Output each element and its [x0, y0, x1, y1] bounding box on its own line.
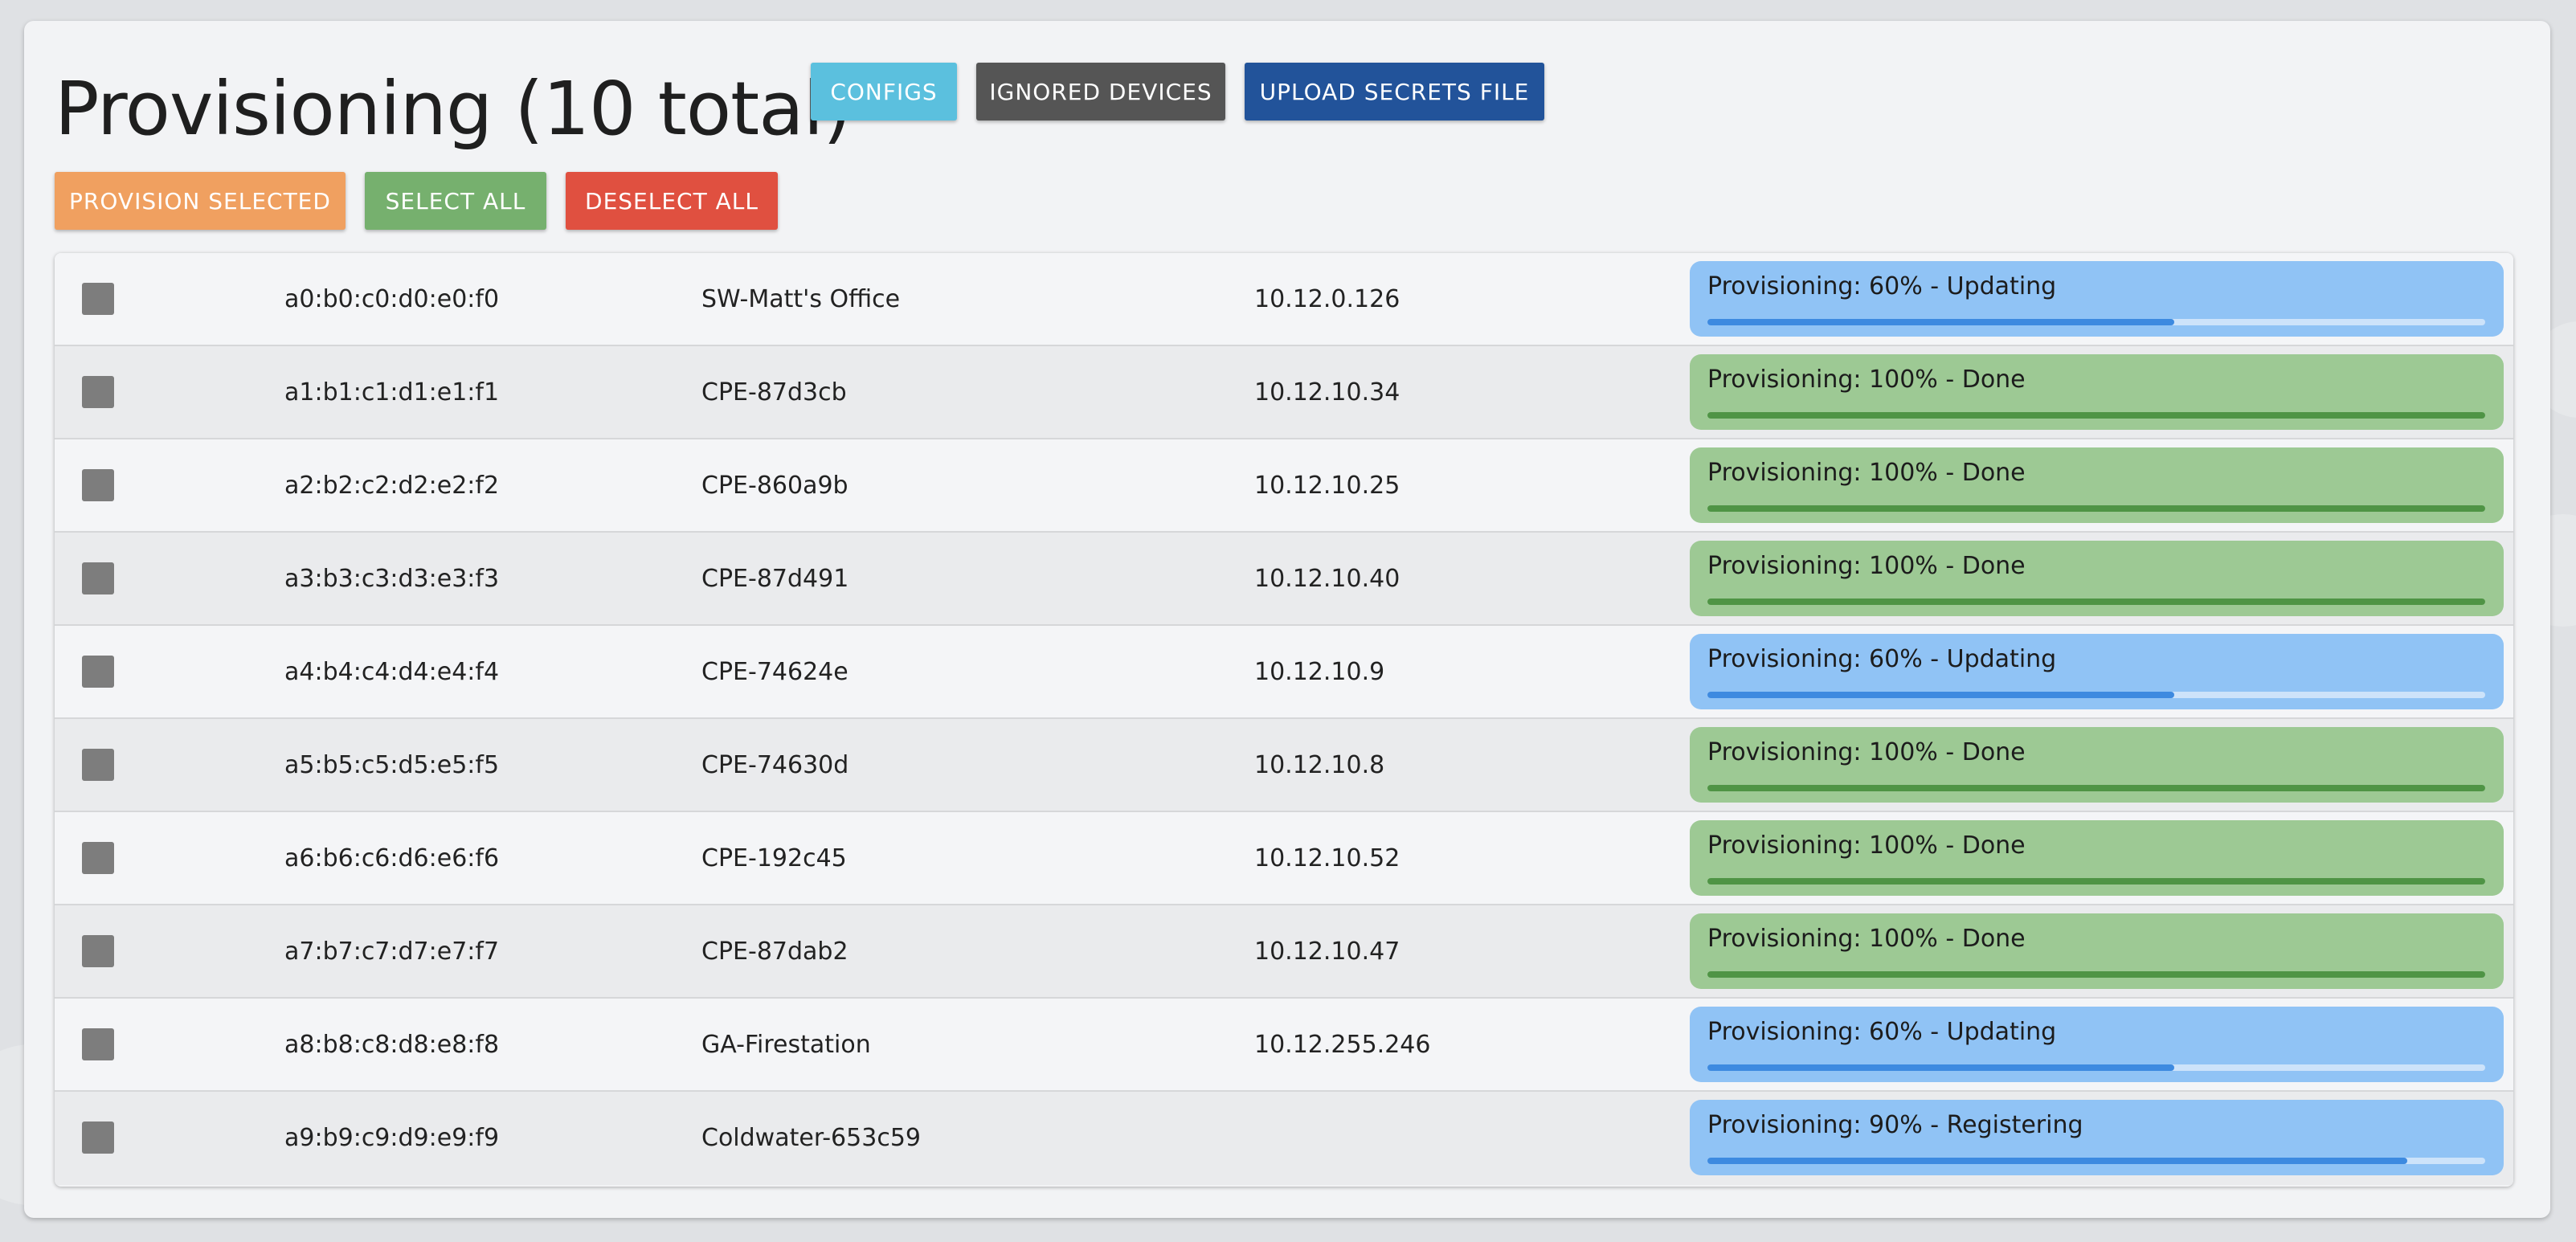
row-select-checkbox[interactable]: [82, 656, 114, 688]
table-row[interactable]: a4:b4:c4:d4:e4:f4 CPE-74624e 10.12.10.9 Pro…: [55, 626, 2513, 719]
ip-address-cell: 10.12.10.52: [1254, 844, 1400, 872]
row-select-checkbox[interactable]: [82, 283, 114, 315]
table-row[interactable]: a8:b8:c8:d8:e8:f8 GA-Firestation 10.12.255…: [55, 999, 2513, 1092]
table-row[interactable]: a0:b0:c0:d0:e0:f0 SW-Matt's Office 10.12.0…: [55, 253, 2513, 346]
mac-address-cell: a6:b6:c6:d6:e6:f6: [284, 844, 500, 872]
provisioning-status: Provisioning: 60% - Updating: [1690, 1007, 2504, 1082]
progress-bar: [1707, 599, 2485, 605]
select-all-button[interactable]: SELECT ALL: [365, 172, 546, 230]
progress-bar: [1707, 971, 2485, 978]
ip-address-cell: 10.12.10.8: [1254, 751, 1385, 779]
progress-bar: [1707, 505, 2485, 512]
device-name-cell: CPE-74630d: [701, 751, 849, 779]
provision-selected-button[interactable]: PROVISION SELECTED: [55, 172, 346, 230]
progress-bar-fill: [1707, 878, 2485, 885]
page-title: Provisioning (10 total): [55, 66, 852, 152]
status-text: Provisioning: 100% - Done: [1707, 552, 2026, 580]
provisioning-status: Provisioning: 100% - Done: [1690, 541, 2504, 616]
progress-bar-fill: [1707, 1064, 2174, 1071]
ip-address-cell: 10.12.0.126: [1254, 285, 1400, 313]
table-row[interactable]: a3:b3:c3:d3:e3:f3 CPE-87d491 10.12.10.40 Pr…: [55, 533, 2513, 626]
status-text: Provisioning: 60% - Updating: [1707, 1018, 2057, 1046]
mac-address-cell: a5:b5:c5:d5:e5:f5: [284, 751, 500, 779]
provisioning-status: Provisioning: 90% - Registering: [1690, 1100, 2504, 1175]
row-select-checkbox[interactable]: [82, 1028, 114, 1060]
progress-bar-fill: [1707, 505, 2485, 512]
provisioning-status: Provisioning: 100% - Done: [1690, 447, 2504, 523]
progress-bar-fill: [1707, 692, 2174, 698]
device-name-cell: SW-Matt's Office: [701, 285, 901, 313]
row-select-checkbox[interactable]: [82, 935, 114, 967]
progress-bar: [1707, 878, 2485, 885]
progress-bar: [1707, 1064, 2485, 1071]
table-row[interactable]: a9:b9:c9:d9:e9:f9 Coldwater-653c59 Provisi…: [55, 1092, 2513, 1185]
mac-address-cell: a2:b2:c2:d2:e2:f2: [284, 472, 500, 500]
status-text: Provisioning: 100% - Done: [1707, 925, 2026, 953]
status-text: Provisioning: 100% - Done: [1707, 738, 2026, 766]
device-name-cell: CPE-87d491: [701, 565, 849, 593]
progress-bar: [1707, 785, 2485, 791]
progress-bar: [1707, 692, 2485, 698]
table-row[interactable]: a1:b1:c1:d1:e1:f1 CPE-87d3cb 10.12.10.34 Pr…: [55, 346, 2513, 439]
ip-address-cell: 10.12.255.246: [1254, 1031, 1431, 1059]
device-name-cell: CPE-192c45: [701, 844, 847, 872]
status-text: Provisioning: 100% - Done: [1707, 831, 2026, 860]
progress-bar-fill: [1707, 599, 2485, 605]
progress-bar-fill: [1707, 412, 2485, 419]
table-row[interactable]: a6:b6:c6:d6:e6:f6 CPE-192c45 10.12.10.52 Pr…: [55, 812, 2513, 905]
ip-address-cell: 10.12.10.47: [1254, 938, 1400, 966]
mac-address-cell: a9:b9:c9:d9:e9:f9: [284, 1124, 500, 1152]
device-name-cell: GA-Firestation: [701, 1031, 871, 1059]
status-text: Provisioning: 90% - Registering: [1707, 1111, 2083, 1139]
provisioning-status: Provisioning: 100% - Done: [1690, 820, 2504, 896]
status-text: Provisioning: 100% - Done: [1707, 459, 2026, 487]
mac-address-cell: a3:b3:c3:d3:e3:f3: [284, 565, 500, 593]
provisioning-card: Provisioning (10 total) CONFIGS IGNORED …: [24, 21, 2550, 1218]
mac-address-cell: a7:b7:c7:d7:e7:f7: [284, 938, 500, 966]
ignored-devices-button[interactable]: IGNORED DEVICES: [976, 63, 1225, 121]
status-text: Provisioning: 60% - Updating: [1707, 272, 2057, 300]
device-name-cell: CPE-87dab2: [701, 938, 848, 966]
row-select-checkbox[interactable]: [82, 376, 114, 408]
provisioning-status: Provisioning: 60% - Updating: [1690, 634, 2504, 709]
row-select-checkbox[interactable]: [82, 749, 114, 781]
table-row[interactable]: a2:b2:c2:d2:e2:f2 CPE-860a9b 10.12.10.25 Pr…: [55, 439, 2513, 533]
mac-address-cell: a1:b1:c1:d1:e1:f1: [284, 378, 500, 407]
upload-secrets-file-button[interactable]: UPLOAD SECRETS FILE: [1245, 63, 1544, 121]
ip-address-cell: 10.12.10.40: [1254, 565, 1400, 593]
progress-bar: [1707, 412, 2485, 419]
mac-address-cell: a4:b4:c4:d4:e4:f4: [284, 658, 500, 686]
row-select-checkbox[interactable]: [82, 842, 114, 874]
mac-address-cell: a8:b8:c8:d8:e8:f8: [284, 1031, 500, 1059]
device-name-cell: CPE-87d3cb: [701, 378, 847, 407]
progress-bar-fill: [1707, 971, 2485, 978]
status-text: Provisioning: 60% - Updating: [1707, 645, 2057, 673]
row-select-checkbox[interactable]: [82, 1121, 114, 1154]
provisioning-status: Provisioning: 100% - Done: [1690, 354, 2504, 430]
mac-address-cell: a0:b0:c0:d0:e0:f0: [284, 285, 500, 313]
provisioning-status: Provisioning: 60% - Updating: [1690, 261, 2504, 337]
device-name-cell: CPE-74624e: [701, 658, 848, 686]
device-name-cell: CPE-860a9b: [701, 472, 848, 500]
ip-address-cell: 10.12.10.9: [1254, 658, 1385, 686]
deselect-all-button[interactable]: DESELECT ALL: [566, 172, 778, 230]
device-table: a0:b0:c0:d0:e0:f0 SW-Matt's Office 10.12.0…: [55, 253, 2513, 1187]
row-select-checkbox[interactable]: [82, 469, 114, 501]
table-row[interactable]: a5:b5:c5:d5:e5:f5 CPE-74630d 10.12.10.8 Pro…: [55, 719, 2513, 812]
configs-button[interactable]: CONFIGS: [811, 63, 957, 121]
progress-bar-fill: [1707, 1158, 2408, 1164]
provisioning-status: Provisioning: 100% - Done: [1690, 727, 2504, 803]
row-select-checkbox[interactable]: [82, 562, 114, 594]
status-text: Provisioning: 100% - Done: [1707, 366, 2026, 394]
table-row[interactable]: a7:b7:c7:d7:e7:f7 CPE-87dab2 10.12.10.47 Pr…: [55, 905, 2513, 999]
ip-address-cell: 10.12.10.34: [1254, 378, 1400, 407]
progress-bar-fill: [1707, 785, 2485, 791]
device-name-cell: Coldwater-653c59: [701, 1124, 921, 1152]
progress-bar: [1707, 319, 2485, 325]
ip-address-cell: 10.12.10.25: [1254, 472, 1400, 500]
progress-bar: [1707, 1158, 2485, 1164]
provisioning-status: Provisioning: 100% - Done: [1690, 913, 2504, 989]
progress-bar-fill: [1707, 319, 2174, 325]
